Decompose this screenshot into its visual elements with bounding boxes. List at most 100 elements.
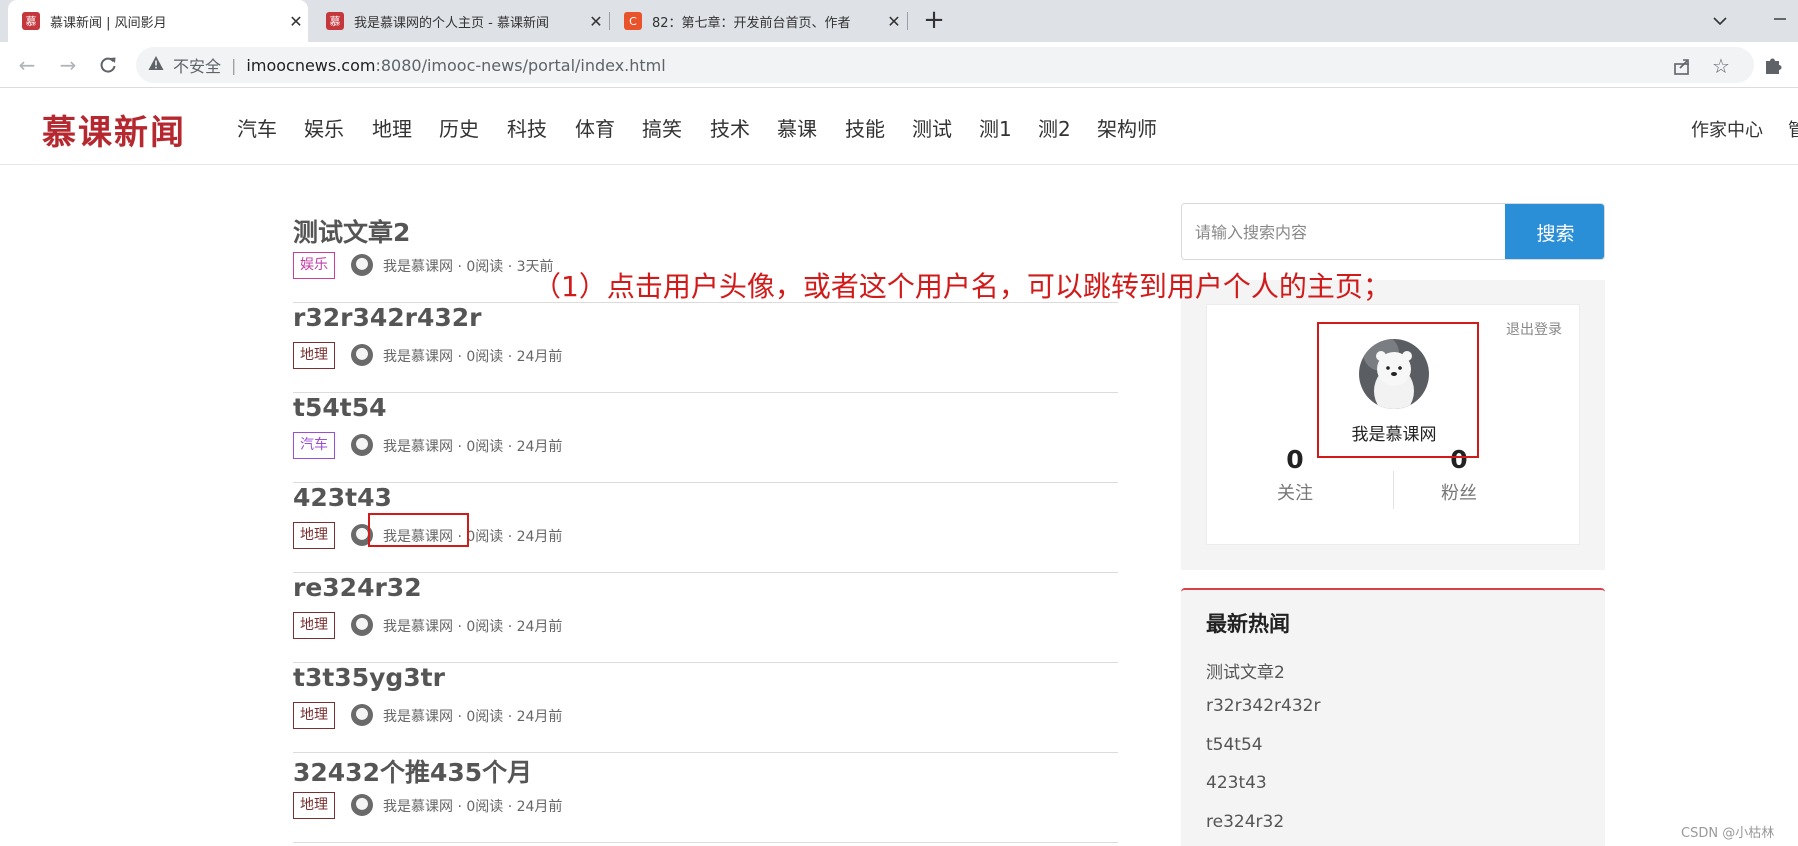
share-icon[interactable] xyxy=(1672,56,1692,76)
tab-title: 慕课新闻 | 风间影月 xyxy=(50,15,167,31)
browser-tab-1[interactable]: 慕 慕课新闻 | 风间影月 ✕ xyxy=(8,0,308,42)
category-tag[interactable]: 娱乐 xyxy=(293,252,335,279)
forward-arrow-icon[interactable]: → xyxy=(53,50,83,80)
article-item[interactable]: r32r342r432r 地理 我是慕课网 · 0阅读 · 24月前 xyxy=(293,303,1118,393)
author-avatar[interactable] xyxy=(351,614,373,636)
category-tag[interactable]: 地理 xyxy=(293,342,335,369)
author-name[interactable]: 我是慕课网 xyxy=(383,349,453,365)
nav-item[interactable]: 历史 xyxy=(439,113,479,142)
follow-label[interactable]: 关注 xyxy=(1267,479,1323,505)
security-label: 不安全 xyxy=(173,57,222,76)
search-box: 搜索 xyxy=(1181,203,1605,260)
category-tag[interactable]: 地理 xyxy=(293,792,335,819)
close-tab-icon[interactable]: ✕ xyxy=(284,12,308,31)
article-title[interactable]: 测试文章2 xyxy=(293,213,410,249)
article-item[interactable]: t3t35yg3tr 地理 我是慕课网 · 0阅读 · 24月前 xyxy=(293,663,1118,753)
read-time: · 0阅读 · 24月前 xyxy=(453,799,563,815)
site-favicon-icon: 慕 xyxy=(326,12,344,30)
article-meta: 我是慕课网 · 0阅读 · 24月前 xyxy=(383,706,562,726)
close-tab-icon[interactable]: ✕ xyxy=(882,12,906,31)
tab-search-chevron-icon[interactable] xyxy=(1708,10,1732,32)
read-time: · 0阅读 · 24月前 xyxy=(453,439,563,455)
article-title[interactable]: t3t35yg3tr xyxy=(293,663,445,692)
nav-item[interactable]: 技术 xyxy=(710,113,750,142)
author-name[interactable]: 我是慕课网 xyxy=(383,799,453,815)
author-name[interactable]: 我是慕课网 xyxy=(383,709,453,725)
nav-item[interactable]: 地理 xyxy=(372,113,412,142)
nav-item[interactable]: 体育 xyxy=(575,113,615,142)
tab-title: 82：第七章：开发前台首页、作者 xyxy=(652,15,851,31)
nav-item[interactable]: 技能 xyxy=(845,113,885,142)
search-button[interactable]: 搜索 xyxy=(1505,204,1604,259)
article-item[interactable]: 32432个推435个月 地理 我是慕课网 · 0阅读 · 24月前 xyxy=(293,753,1118,843)
watermark: CSDN @小枯林 xyxy=(1681,826,1775,841)
nav-item[interactable]: 科技 xyxy=(507,113,547,142)
nav-item-cut[interactable]: 管 xyxy=(1788,116,1798,142)
warning-triangle-icon xyxy=(148,55,164,75)
minimize-window-icon[interactable] xyxy=(1768,8,1792,30)
nav-item[interactable]: 测1 xyxy=(979,113,1012,142)
category-tag[interactable]: 地理 xyxy=(293,522,335,549)
author-avatar[interactable] xyxy=(351,254,373,276)
browser-tab-bar: 慕 慕课新闻 | 风间影月 ✕ 慕 我是慕课网的个人主页 - 慕课新闻 ✕ C … xyxy=(0,0,1798,42)
hot-news-item[interactable]: t54t54 xyxy=(1206,735,1263,755)
address-divider: | xyxy=(231,55,237,75)
close-tab-icon[interactable]: ✕ xyxy=(584,12,608,31)
nav-item[interactable]: 娱乐 xyxy=(304,113,344,142)
nav-item[interactable]: 架构师 xyxy=(1097,113,1157,142)
reload-icon[interactable] xyxy=(93,50,123,80)
article-title[interactable]: t54t54 xyxy=(293,393,386,422)
author-avatar[interactable] xyxy=(351,434,373,456)
hot-news-item[interactable]: 测试文章2 xyxy=(1206,658,1285,683)
author-avatar[interactable] xyxy=(351,344,373,366)
author-name[interactable]: 我是慕课网 xyxy=(383,439,453,455)
logout-link[interactable]: 退出登录 xyxy=(1506,319,1562,339)
extensions-puzzle-icon[interactable] xyxy=(1762,54,1784,76)
bookmark-star-icon[interactable]: ☆ xyxy=(1712,54,1730,78)
author-name[interactable]: 我是慕课网 xyxy=(383,259,453,275)
article-title[interactable]: 423t43 xyxy=(293,483,392,512)
fans-label[interactable]: 粉丝 xyxy=(1431,479,1487,505)
browser-toolbar: ← → 不安全 | imoocnews.com:8080/imooc-news/… xyxy=(0,42,1798,88)
author-avatar[interactable] xyxy=(351,794,373,816)
author-center-link[interactable]: 作家中心 xyxy=(1691,116,1763,142)
category-tag[interactable]: 汽车 xyxy=(293,432,335,459)
browser-tab-2[interactable]: 慕 我是慕课网的个人主页 - 慕课新闻 ✕ xyxy=(312,0,608,42)
article-title[interactable]: r32r342r432r xyxy=(293,303,481,332)
new-tab-plus-icon[interactable]: + xyxy=(920,7,948,35)
category-tag[interactable]: 地理 xyxy=(293,612,335,639)
hot-news-item[interactable]: r32r342r432r xyxy=(1206,696,1320,716)
site-logo[interactable]: 慕课新闻 xyxy=(42,105,186,154)
nav-item[interactable]: 测2 xyxy=(1038,113,1071,142)
annotation-highlight-user-profile xyxy=(1317,322,1479,458)
category-tag[interactable]: 地理 xyxy=(293,702,335,729)
nav-item[interactable]: 搞笑 xyxy=(642,113,682,142)
read-time: · 0阅读 · 24月前 xyxy=(453,529,563,545)
site-header: 慕课新闻 汽车 娱乐 地理 历史 科技 体育 搞笑 技术 慕课 技能 测试 测1… xyxy=(0,89,1798,165)
url-path: :8080/imooc-news/portal/index.html xyxy=(375,55,666,75)
browser-tab-3[interactable]: C 82：第七章：开发前台首页、作者 ✕ xyxy=(610,0,906,42)
site-favicon-icon: 慕 xyxy=(22,12,40,30)
article-title[interactable]: 32432个推435个月 xyxy=(293,753,532,789)
article-title[interactable]: re324r32 xyxy=(293,573,422,602)
hot-news-item[interactable]: re324r32 xyxy=(1206,812,1284,832)
search-input[interactable] xyxy=(1182,204,1505,259)
csdn-favicon-icon: C xyxy=(624,12,642,30)
tab-title: 我是慕课网的个人主页 - 慕课新闻 xyxy=(354,15,549,31)
address-bar[interactable]: 不安全 | imoocnews.com:8080/imooc-news/port… xyxy=(136,47,1754,83)
article-item[interactable]: t54t54 汽车 我是慕课网 · 0阅读 · 24月前 xyxy=(293,393,1118,483)
follow-count[interactable]: 0 xyxy=(1267,445,1323,474)
author-avatar[interactable] xyxy=(351,704,373,726)
back-arrow-icon[interactable]: ← xyxy=(12,50,42,80)
hot-news-item[interactable]: 423t43 xyxy=(1206,773,1267,793)
read-time: · 0阅读 · 24月前 xyxy=(453,619,563,635)
nav-item[interactable]: 慕课 xyxy=(777,113,817,142)
article-item[interactable]: re324r32 地理 我是慕课网 · 0阅读 · 24月前 xyxy=(293,573,1118,663)
stats-divider xyxy=(1393,471,1394,509)
annotation-text: （1）点击用户头像，或者这个用户名，可以跳转到用户个人的主页； xyxy=(533,270,1391,303)
read-time: · 0阅读 · 24月前 xyxy=(453,349,563,365)
nav-item[interactable]: 汽车 xyxy=(237,113,277,142)
nav-item[interactable]: 测试 xyxy=(912,113,952,142)
author-name[interactable]: 我是慕课网 xyxy=(383,619,453,635)
article-meta: 我是慕课网 · 0阅读 · 24月前 xyxy=(383,346,562,366)
